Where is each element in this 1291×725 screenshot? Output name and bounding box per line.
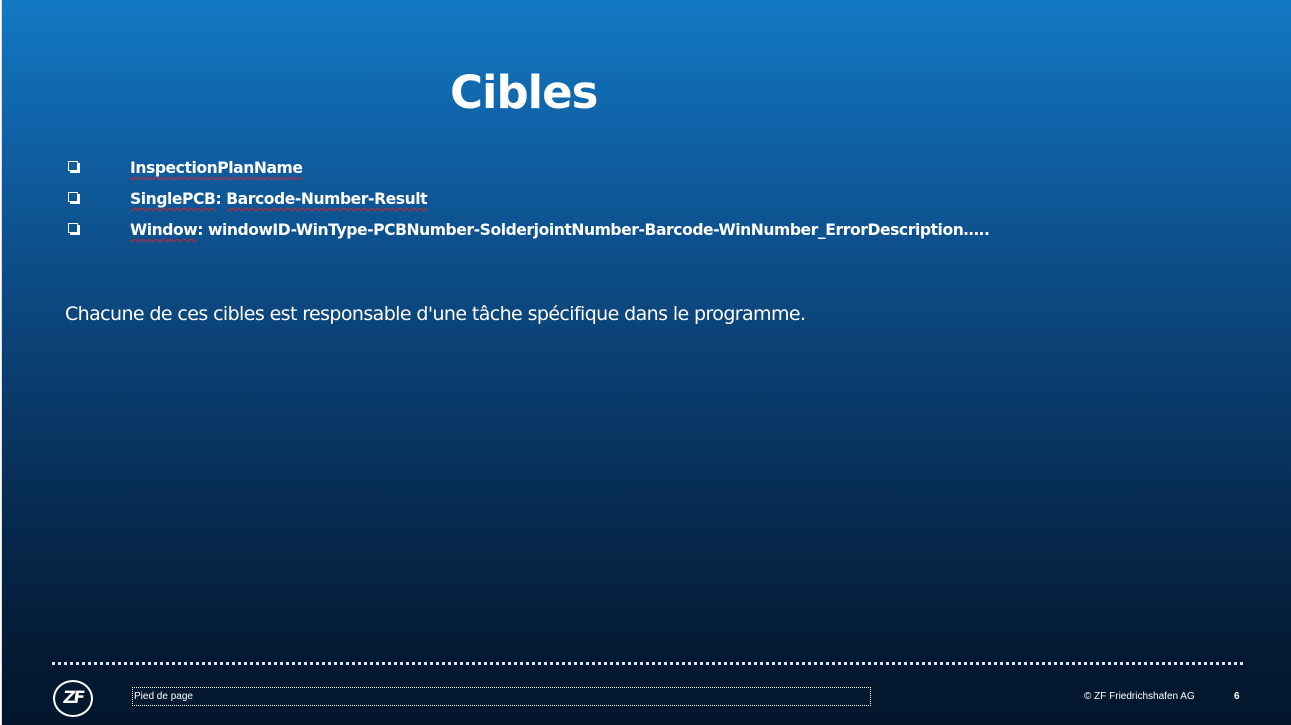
target-text: SinglePCB: Barcode-Number-Result	[130, 185, 428, 213]
target-name: Window	[130, 221, 198, 239]
checkbox-bullet-icon	[68, 223, 78, 233]
slide-description: Chacune de ces cibles est responsable d'…	[65, 303, 806, 325]
slide-left-border	[1, 0, 2, 725]
copyright-text: © ZF Friedrichshafen AG	[1084, 691, 1195, 702]
target-text: InspectionPlanName	[130, 154, 303, 182]
zf-logo: ZF	[53, 680, 93, 717]
target-separator: :	[215, 190, 227, 208]
target-text: Window: windowID-WinType-PCBNumber-Solde…	[130, 216, 990, 244]
footer-divider	[52, 662, 1243, 665]
slide-title: Cibles	[450, 66, 598, 119]
target-value: Barcode-Number-Result	[226, 190, 428, 208]
target-separator: :	[197, 221, 208, 239]
footer-placeholder-box[interactable]: Pied de page	[132, 687, 871, 706]
footer-text: Pied de page	[134, 691, 193, 702]
target-name: SinglePCB	[130, 190, 216, 208]
zf-logo-text: ZF	[61, 688, 85, 708]
target-value: windowID-WinType-PCBNumber-SolderjointNu…	[208, 221, 990, 239]
checkbox-bullet-icon	[68, 192, 78, 202]
target-name: InspectionPlanName	[130, 159, 303, 177]
checkbox-bullet-icon	[68, 161, 78, 171]
slide-number: 6	[1234, 691, 1240, 702]
slide: Cibles InspectionPlanName SinglePCB: Bar…	[1, 0, 1291, 725]
